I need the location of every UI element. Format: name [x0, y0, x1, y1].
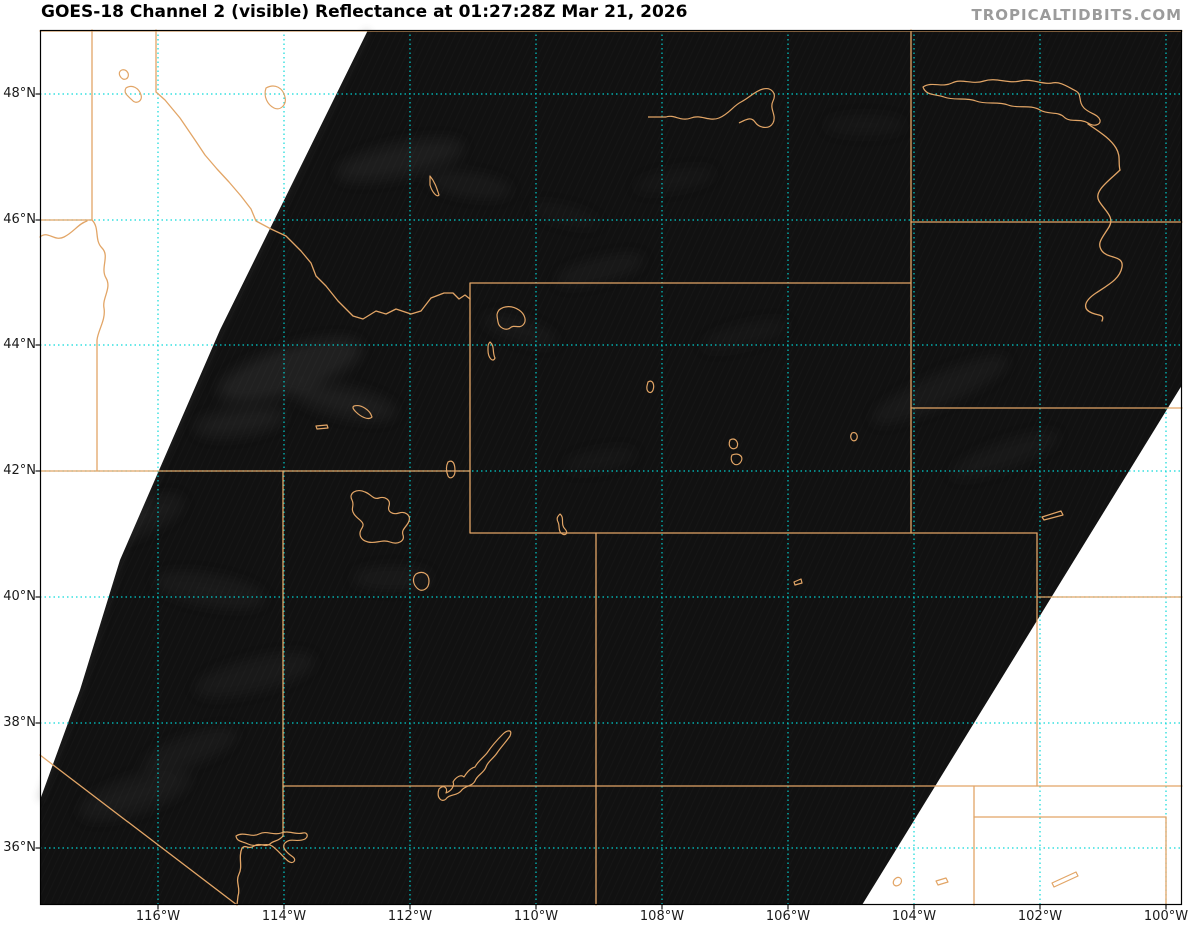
longitude-tick-label: 114°W: [252, 909, 316, 925]
longitude-tick-label: 100°W: [1134, 909, 1198, 925]
cloud-wisp: [823, 115, 907, 135]
longitude-tick-label: 104°W: [882, 909, 946, 925]
map-canvas: [40, 30, 1182, 905]
latitude-tick-label: 36°N: [0, 839, 36, 857]
longitude-tick-label: 108°W: [630, 909, 694, 925]
map-title: GOES-18 Channel 2 (visible) Reflectance …: [41, 2, 687, 22]
tropicaltidbits-watermark: TROPICALTIDBITS.COM: [972, 6, 1183, 24]
cloud-wisp: [352, 567, 432, 589]
latitude-tick-label: 42°N: [0, 462, 36, 480]
latitude-tick-label: 40°N: [0, 588, 36, 606]
latitude-tick-label: 46°N: [0, 211, 36, 229]
latitude-tick-label: 38°N: [0, 714, 36, 732]
longitude-tick-label: 112°W: [378, 909, 442, 925]
page: { "header": { "title": "GOES-18 Channel …: [0, 0, 1200, 929]
satellite-map-plot: [40, 30, 1182, 905]
longitude-tick-label: 106°W: [756, 909, 820, 925]
longitude-tick-label: 110°W: [504, 909, 568, 925]
longitude-tick-label: 102°W: [1008, 909, 1072, 925]
latitude-tick-label: 44°N: [0, 336, 36, 354]
longitude-tick-label: 116°W: [126, 909, 190, 925]
latitude-tick-label: 48°N: [0, 85, 36, 103]
